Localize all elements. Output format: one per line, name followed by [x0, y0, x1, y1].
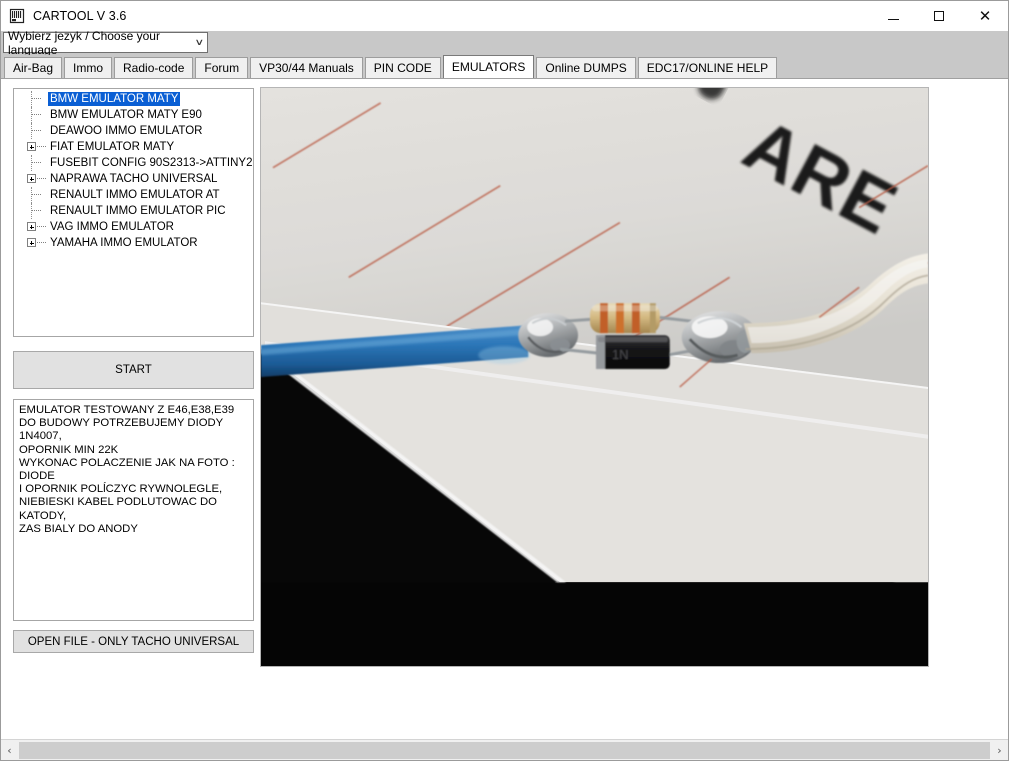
maximize-button[interactable]	[916, 1, 962, 31]
scroll-right-arrow-icon[interactable]: ›	[991, 740, 1008, 760]
expand-plus-icon[interactable]	[26, 235, 48, 251]
minimize-button[interactable]	[870, 1, 916, 31]
tree-item[interactable]: BMW EMULATOR MATY	[14, 91, 253, 107]
tab-immo[interactable]: Immo	[64, 57, 113, 78]
tab-air-bag[interactable]: Air-Bag	[4, 57, 63, 78]
tree-item[interactable]: NAPRAWA TACHO UNIVERSAL	[14, 171, 253, 187]
chevron-down-icon: ∨	[194, 37, 205, 48]
tree-item-label: FIAT EMULATOR MATY	[50, 141, 175, 153]
tree-leaf-icon	[26, 187, 48, 203]
tree-item-label: RENAULT IMMO EMULATOR PIC	[50, 205, 226, 217]
start-button[interactable]: START	[13, 351, 254, 389]
language-select[interactable]: Wybierz jezyk / Choose your language ∨	[3, 29, 208, 57]
chip-icon	[9, 8, 25, 24]
tree-item-label: BMW EMULATOR MATY E90	[50, 109, 202, 121]
open-file-button[interactable]: OPEN FILE - ONLY TACHO UNIVERSAL	[13, 630, 254, 653]
tree-item[interactable]: FIAT EMULATOR MATY	[14, 139, 253, 155]
tab-label: PIN CODE	[373, 61, 432, 75]
tree-item[interactable]: YAMAHA IMMO EMULATOR	[14, 235, 253, 251]
tree-item[interactable]: FUSEBIT CONFIG 90S2313->ATTINY2313	[14, 155, 253, 171]
tab-online-dumps[interactable]: Online DUMPS	[536, 57, 636, 78]
emulator-tree[interactable]: BMW EMULATOR MATY BMW EMULATOR MATY E90 DE…	[13, 88, 254, 337]
horizontal-scrollbar[interactable]: ‹ ›	[1, 739, 1008, 760]
tree-item-label: DEAWOO IMMO EMULATOR	[50, 125, 203, 137]
expand-plus-icon[interactable]	[26, 139, 48, 155]
language-row: Wybierz jezyk / Choose your language ∨	[1, 29, 1008, 57]
close-icon: ✕	[978, 6, 992, 25]
tab-pin-code[interactable]: PIN CODE	[364, 57, 441, 78]
tab-label: Air-Bag	[13, 61, 54, 75]
title-bar: CARTOOL V 3.6 ✕	[1, 1, 1008, 31]
start-button-label: START	[115, 364, 152, 376]
tab-label: EDC17/ONLINE HELP	[646, 61, 769, 75]
tree-leaf-icon	[26, 123, 48, 139]
close-button[interactable]: ✕	[962, 1, 1008, 31]
tab-edc17-online-help[interactable]: EDC17/ONLINE HELP	[637, 57, 778, 78]
tab-label: VP30/44 Manuals	[259, 61, 354, 75]
tab-vp30-44-manuals[interactable]: VP30/44 Manuals	[250, 57, 363, 78]
expand-plus-icon[interactable]	[26, 171, 48, 187]
tree-item-label: FUSEBIT CONFIG 90S2313->ATTINY2313	[50, 157, 254, 169]
tree-item[interactable]: RENAULT IMMO EMULATOR PIC	[14, 203, 253, 219]
tree-item-label: NAPRAWA TACHO UNIVERSAL	[50, 173, 218, 185]
tree-item-label: YAMAHA IMMO EMULATOR	[50, 237, 198, 249]
window-controls: ✕	[870, 1, 1008, 31]
tab-emulators[interactable]: EMULATORS	[442, 55, 535, 78]
tree-leaf-icon	[26, 203, 48, 219]
tree-item[interactable]: VAG IMMO EMULATOR	[14, 219, 253, 235]
description-text: EMULATOR TESTOWANY Z E46,E38,E39 DO BUDO…	[13, 399, 254, 621]
tree-leaf-icon	[26, 91, 48, 107]
tree-item[interactable]: DEAWOO IMMO EMULATOR	[14, 123, 253, 139]
tab-label: Radio-code	[123, 61, 185, 75]
tab-label: EMULATORS	[451, 60, 526, 74]
tree-item-label: BMW EMULATOR MATY	[48, 92, 181, 106]
open-file-button-label: OPEN FILE - ONLY TACHO UNIVERSAL	[27, 635, 240, 648]
tab-label: Immo	[73, 61, 104, 75]
instruction-photo: ARE 1N	[260, 87, 929, 667]
tree-item[interactable]: BMW EMULATOR MATY E90	[14, 107, 253, 123]
tree-item-label: RENAULT IMMO EMULATOR AT	[50, 189, 220, 201]
scroll-left-arrow-icon[interactable]: ‹	[1, 740, 18, 760]
tree-leaf-icon	[26, 107, 48, 123]
tree-leaf-icon	[26, 155, 48, 171]
tab-radio-code[interactable]: Radio-code	[114, 57, 194, 78]
language-select-value: Wybierz jezyk / Choose your language	[8, 28, 160, 57]
tree-item-label: VAG IMMO EMULATOR	[50, 221, 174, 233]
tab-label: Forum	[204, 61, 240, 75]
scrollbar-thumb[interactable]	[19, 741, 990, 759]
cartool-window: CARTOOL V 3.6 ✕ Wybierz jezyk / Choose y…	[0, 0, 1009, 761]
tab-label: Online DUMPS	[545, 61, 627, 75]
tree-item[interactable]: RENAULT IMMO EMULATOR AT	[14, 187, 253, 203]
main-content: BMW EMULATOR MATY BMW EMULATOR MATY E90 DE…	[1, 78, 1008, 739]
window-title: CARTOOL V 3.6	[33, 9, 127, 23]
tab-bar: Air-Bag Immo Radio-code Forum VP30/44 Manual…	[1, 55, 1008, 78]
expand-plus-icon[interactable]	[26, 219, 48, 235]
tab-forum[interactable]: Forum	[195, 57, 249, 78]
